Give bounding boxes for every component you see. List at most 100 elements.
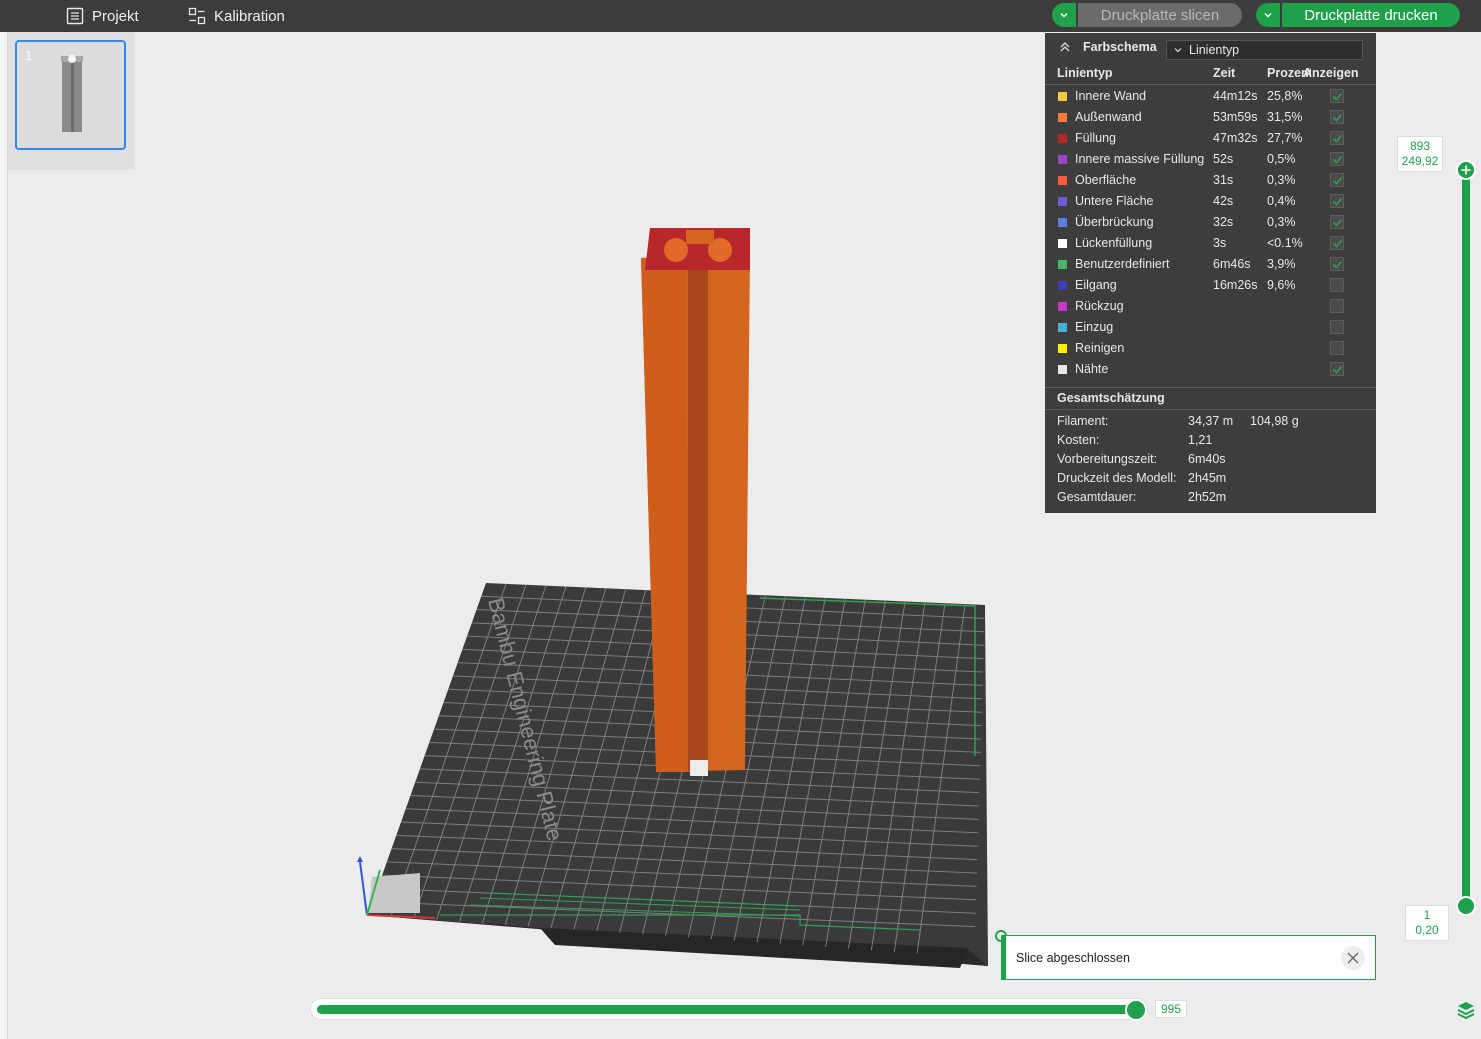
line-type-name: Eilgang [1075, 278, 1117, 292]
chevron-down-icon [1174, 48, 1182, 53]
plate-list-panel: 1 [8, 32, 135, 170]
slice-plate-button[interactable]: Druckplatte slicen [1078, 3, 1242, 27]
divider [1045, 84, 1376, 85]
legend-header: Farbschema Linientyp [1045, 33, 1376, 61]
checkmark-icon [1332, 239, 1343, 248]
show-checkbox[interactable] [1330, 215, 1344, 229]
print-plate-button[interactable]: Druckplatte drucken [1282, 3, 1460, 27]
menu-project[interactable]: Projekt [66, 0, 139, 32]
legend-row: Füllung 47m32s 27,7% [1045, 128, 1376, 149]
slice-notification: Slice abgeschlossen [1001, 935, 1376, 980]
summary-value: 1,21 [1188, 433, 1213, 447]
checkmark-icon [1332, 134, 1343, 143]
line-type-percent: 0,3% [1267, 173, 1296, 187]
show-checkbox[interactable] [1330, 152, 1344, 166]
top-layer-label: 893 249,92 [1397, 136, 1443, 172]
legend-row: Lückenfüllung 3s <0.1% [1045, 233, 1376, 254]
summary-value: 2h52m [1188, 490, 1227, 504]
legend-title: Farbschema [1083, 40, 1157, 54]
show-checkbox[interactable] [1330, 320, 1344, 334]
line-type-name: Oberfläche [1075, 173, 1137, 187]
line-type-time: 3s [1213, 236, 1227, 250]
top-layer-height: 249,92 [1401, 154, 1439, 168]
color-scheme-select[interactable]: Linientyp [1166, 40, 1363, 60]
bottom-layer-label: 1 0,20 [1405, 905, 1449, 941]
color-swatch [1058, 260, 1067, 269]
bottom-layer-number: 1 [1423, 908, 1431, 922]
print-dropdown-button[interactable] [1256, 3, 1280, 27]
line-type-name: Benutzerdefiniert [1075, 257, 1170, 271]
color-swatch [1058, 323, 1067, 332]
show-checkbox[interactable] [1330, 362, 1344, 376]
line-type-name: Überbrückung [1075, 215, 1154, 229]
checkmark-icon [1332, 113, 1343, 122]
line-type-time: 52s [1213, 152, 1234, 166]
legend-row: Untere Fläche 42s 0,4% [1045, 191, 1376, 212]
color-swatch [1058, 134, 1067, 143]
line-type-percent: 0,4% [1267, 194, 1296, 208]
plate-thumbnail[interactable]: 1 [15, 40, 126, 150]
line-type-name: Reinigen [1075, 341, 1125, 355]
color-swatch [1058, 155, 1067, 164]
checkmark-icon [1332, 176, 1343, 185]
left-sidebar-edge [0, 32, 8, 1039]
color-swatch [1058, 302, 1067, 311]
move-slider-handle[interactable] [1125, 999, 1147, 1021]
move-slider-value: 995 [1155, 1000, 1187, 1018]
show-checkbox[interactable] [1330, 278, 1344, 292]
legend-row: Oberfläche 31s 0,3% [1045, 170, 1376, 191]
chevron-down-icon [1264, 13, 1272, 18]
show-checkbox[interactable] [1330, 173, 1344, 187]
layer-slider-top-handle[interactable] [1456, 160, 1476, 180]
project-icon [66, 7, 84, 25]
show-checkbox[interactable] [1330, 131, 1344, 145]
col-type: Linientyp [1057, 66, 1113, 80]
show-checkbox[interactable] [1330, 299, 1344, 313]
collapse-icon[interactable] [1059, 41, 1071, 53]
summary-label: Gesamtdauer: [1057, 490, 1137, 504]
divider [1045, 409, 1376, 410]
line-type-name: Untere Fläche [1075, 194, 1154, 208]
legend-row: Außenwand 53m59s 31,5% [1045, 107, 1376, 128]
move-slider[interactable] [310, 998, 1148, 1020]
show-checkbox[interactable] [1330, 341, 1344, 355]
color-swatch [1058, 239, 1067, 248]
line-type-time: 53m59s [1213, 110, 1258, 124]
line-type-name: Rückzug [1075, 299, 1124, 313]
layers-icon[interactable] [1456, 1000, 1476, 1020]
checkmark-icon [1332, 155, 1343, 164]
line-type-percent: 3,9% [1267, 257, 1296, 271]
menu-calibration[interactable]: Kalibration [188, 0, 285, 32]
line-type-name: Nähte [1075, 362, 1109, 376]
slice-dropdown-button[interactable] [1052, 3, 1076, 27]
col-show: Anzeigen [1303, 66, 1359, 80]
layer-slider-bottom-handle[interactable] [1456, 896, 1476, 916]
close-notification-button[interactable] [1341, 946, 1365, 970]
line-type-time: 42s [1213, 194, 1234, 208]
checkmark-icon [1332, 218, 1343, 227]
print-button-group: Druckplatte drucken [1256, 3, 1460, 27]
color-swatch [1058, 113, 1067, 122]
chevron-down-icon [1060, 13, 1068, 18]
line-type-name: Lückenfüllung [1075, 236, 1153, 250]
line-type-percent: 27,7% [1267, 131, 1303, 145]
show-checkbox[interactable] [1330, 257, 1344, 271]
line-type-percent: <0.1% [1267, 236, 1303, 250]
summary-label: Filament: [1057, 414, 1109, 428]
show-checkbox[interactable] [1330, 236, 1344, 250]
line-type-time: 32s [1213, 215, 1234, 229]
line-type-percent: 9,6% [1267, 278, 1296, 292]
line-type-name: Füllung [1075, 131, 1116, 145]
legend-row: Rückzug [1045, 296, 1376, 317]
show-checkbox[interactable] [1330, 110, 1344, 124]
move-slider-fill [317, 1005, 1137, 1014]
show-checkbox[interactable] [1330, 89, 1344, 103]
line-type-time: 47m32s [1213, 131, 1258, 145]
line-type-name: Innere massive Füllung [1075, 152, 1205, 166]
menu-project-label: Projekt [92, 7, 139, 25]
show-checkbox[interactable] [1330, 194, 1344, 208]
sliced-model [641, 228, 750, 776]
close-icon [1347, 952, 1359, 964]
summary-row: Gesamtdauer: 2h52m [1045, 488, 1376, 507]
layer-slider-track[interactable] [1462, 168, 1470, 908]
